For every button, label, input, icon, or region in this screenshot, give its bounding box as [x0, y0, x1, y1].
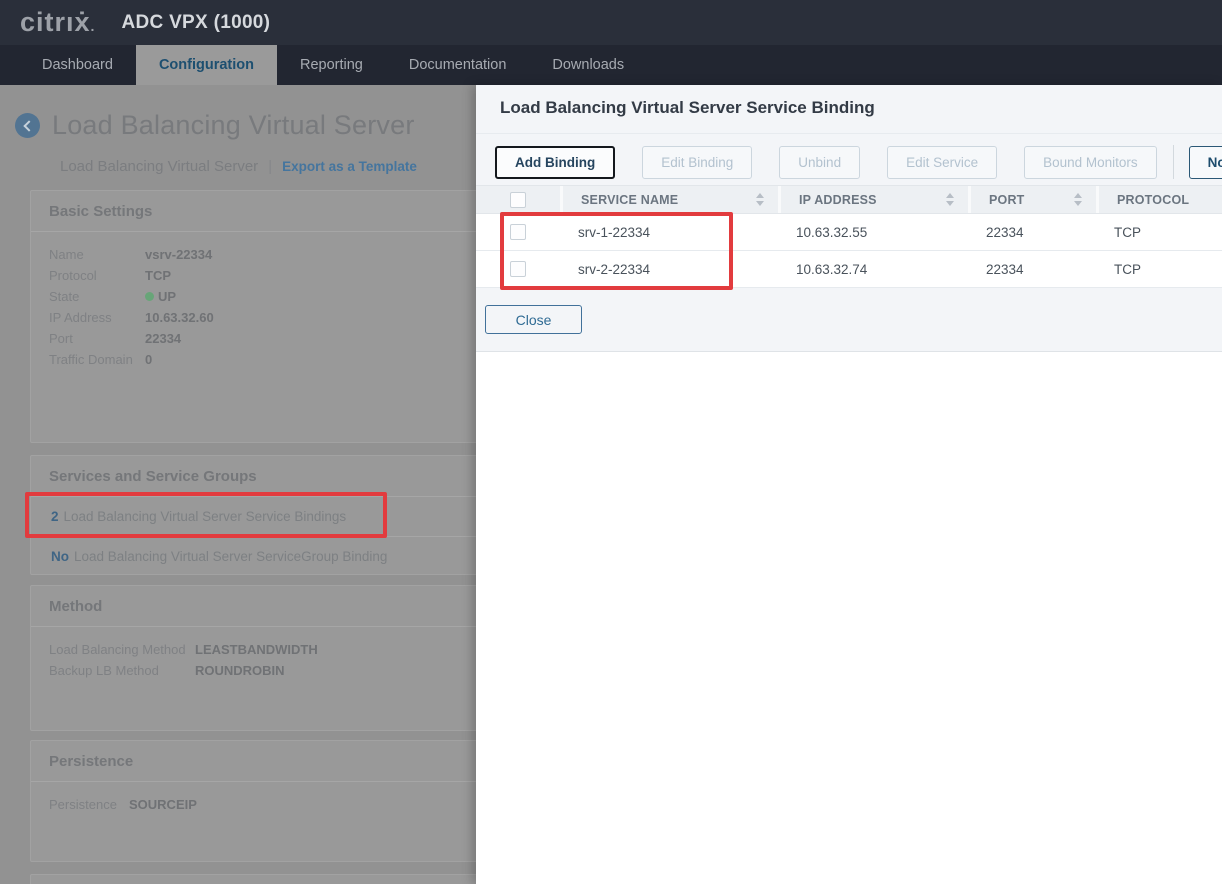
servicegroup-binding-count: No — [51, 549, 69, 564]
panel-title: Load Balancing Virtual Server Service Bi… — [500, 98, 875, 118]
app-header: citrıẋ. ADC VPX (1000) — [0, 0, 1222, 45]
tab-documentation[interactable]: Documentation — [386, 45, 530, 85]
cell-port: 22334 — [968, 214, 1096, 250]
field-value: 10.63.32.60 — [145, 307, 214, 328]
select-all-checkbox[interactable] — [510, 192, 526, 208]
row-checkbox[interactable] — [510, 224, 526, 240]
field-label: Traffic Domain — [49, 349, 145, 370]
citrix-logo-dot: . — [91, 18, 96, 34]
cell-ip-address: 10.63.32.74 — [778, 251, 968, 287]
field-value: ROUNDROBIN — [195, 660, 285, 681]
column-ip-address: IP ADDRESS — [778, 186, 968, 213]
field-name: Namevsrv-22334 — [49, 244, 541, 265]
close-button[interactable]: Close — [485, 305, 582, 334]
field-value: SOURCEIP — [129, 794, 197, 815]
column-label: SERVICE NAME — [581, 193, 678, 207]
cell-protocol: TCP — [1096, 251, 1222, 287]
field-lb-method: Load Balancing MethodLEASTBANDWIDTH — [49, 639, 541, 660]
field-value: vsrv-22334 — [145, 244, 212, 265]
state-text: UP — [158, 289, 176, 304]
field-port: Port22334 — [49, 328, 541, 349]
citrix-logo-text: citrıẋ — [20, 7, 91, 37]
table-row[interactable]: srv-1-22334 10.63.32.55 22334 TCP — [476, 214, 1222, 251]
field-label: Persistence — [49, 794, 129, 815]
state-up-dot-icon — [145, 292, 154, 301]
field-persistence: PersistenceSOURCEIP — [49, 794, 541, 815]
breadcrumb: Load Balancing Virtual Server | Export a… — [60, 158, 417, 175]
table-row[interactable]: srv-2-22334 10.63.32.74 22334 TCP — [476, 251, 1222, 288]
field-value: 0 — [145, 349, 152, 370]
tab-downloads[interactable]: Downloads — [529, 45, 647, 85]
field-value: TCP — [145, 265, 171, 286]
field-protocol: ProtocolTCP — [49, 265, 541, 286]
binding-table-header: SERVICE NAME IP ADDRESS PORT PROTOCOL — [476, 185, 1222, 214]
service-bindings-count: 2 — [51, 509, 59, 524]
column-port: PORT — [968, 186, 1096, 213]
breadcrumb-separator: | — [268, 158, 272, 175]
cell-service-name: srv-2-22334 — [560, 251, 778, 287]
sort-icon[interactable] — [946, 193, 954, 206]
tab-dashboard[interactable]: Dashboard — [19, 45, 136, 85]
column-label: IP ADDRESS — [799, 193, 877, 207]
field-value: LEASTBANDWIDTH — [195, 639, 318, 660]
header-checkbox-cell — [476, 186, 560, 213]
column-label: PROTOCOL — [1117, 193, 1189, 207]
export-template-link[interactable]: Export as a Template — [282, 159, 417, 174]
edit-service-button[interactable]: Edit Service — [887, 146, 997, 179]
toolbar-divider — [1173, 145, 1174, 179]
back-arrow-icon — [23, 120, 34, 131]
field-label: Load Balancing Method — [49, 639, 195, 660]
add-binding-button[interactable]: Add Binding — [495, 146, 615, 179]
column-label: PORT — [989, 193, 1025, 207]
field-value: UP — [145, 286, 176, 307]
unbind-button[interactable]: Unbind — [779, 146, 860, 179]
cell-protocol: TCP — [1096, 214, 1222, 250]
field-label: Protocol — [49, 265, 145, 286]
column-service-name: SERVICE NAME — [560, 186, 778, 213]
tab-configuration[interactable]: Configuration — [136, 45, 277, 85]
field-state: State UP — [49, 286, 541, 307]
servicegroup-binding-text: Load Balancing Virtual Server ServiceGro… — [74, 549, 387, 564]
page-title: Load Balancing Virtual Server — [52, 110, 415, 141]
edit-binding-button[interactable]: Edit Binding — [642, 146, 752, 179]
back-button[interactable] — [15, 113, 40, 138]
row-checkbox-cell — [476, 251, 560, 287]
cell-ip-address: 10.63.32.55 — [778, 214, 968, 250]
field-label: Port — [49, 328, 145, 349]
service-bindings-text: Load Balancing Virtual Server Service Bi… — [64, 509, 347, 524]
bound-monitors-button[interactable]: Bound Monitors — [1024, 146, 1157, 179]
cell-service-name: srv-1-22334 — [560, 214, 778, 250]
app-window: citrıẋ. ADC VPX (1000) Dashboard Configu… — [0, 0, 1222, 884]
field-traffic-domain: Traffic Domain0 — [49, 349, 541, 370]
sort-icon[interactable] — [1074, 193, 1082, 206]
column-protocol: PROTOCOL — [1096, 186, 1222, 213]
cell-port: 22334 — [968, 251, 1096, 287]
field-label: Name — [49, 244, 145, 265]
breadcrumb-item: Load Balancing Virtual Server — [60, 158, 258, 175]
panel-title-divider — [476, 133, 1222, 134]
row-checkbox-cell — [476, 214, 560, 250]
field-backup-lb-method: Backup LB MethodROUNDROBIN — [49, 660, 541, 681]
no-action-dropdown[interactable]: No action — [1189, 146, 1222, 179]
service-binding-panel: Load Balancing Virtual Server Service Bi… — [476, 85, 1222, 884]
field-label: IP Address — [49, 307, 145, 328]
field-label: State — [49, 286, 145, 307]
primary-nav: Dashboard Configuration Reporting Docume… — [0, 45, 1222, 85]
tab-reporting[interactable]: Reporting — [277, 45, 386, 85]
sort-icon[interactable] — [756, 193, 764, 206]
row-checkbox[interactable] — [510, 261, 526, 277]
product-title: ADC VPX (1000) — [121, 12, 270, 34]
field-value: 22334 — [145, 328, 181, 349]
field-ip-address: IP Address10.63.32.60 — [49, 307, 541, 328]
field-label: Backup LB Method — [49, 660, 195, 681]
citrix-logo: citrıẋ. — [20, 9, 95, 36]
binding-toolbar: Add Binding Edit Binding Unbind Edit Ser… — [495, 145, 1222, 179]
no-action-label: No action — [1208, 155, 1222, 170]
